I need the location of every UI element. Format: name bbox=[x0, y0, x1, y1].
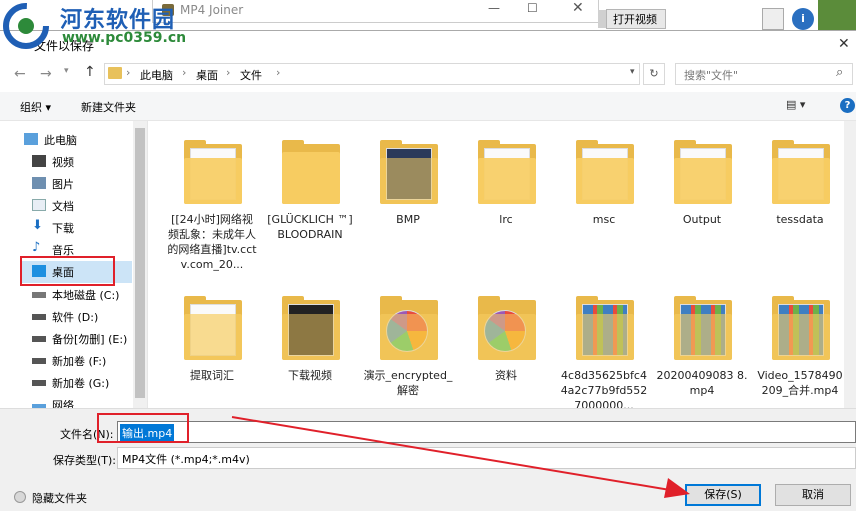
watermark-url: www.pc0359.cn bbox=[62, 30, 187, 46]
site-logo-icon bbox=[3, 3, 49, 49]
annotation-arrow bbox=[231, 416, 690, 498]
